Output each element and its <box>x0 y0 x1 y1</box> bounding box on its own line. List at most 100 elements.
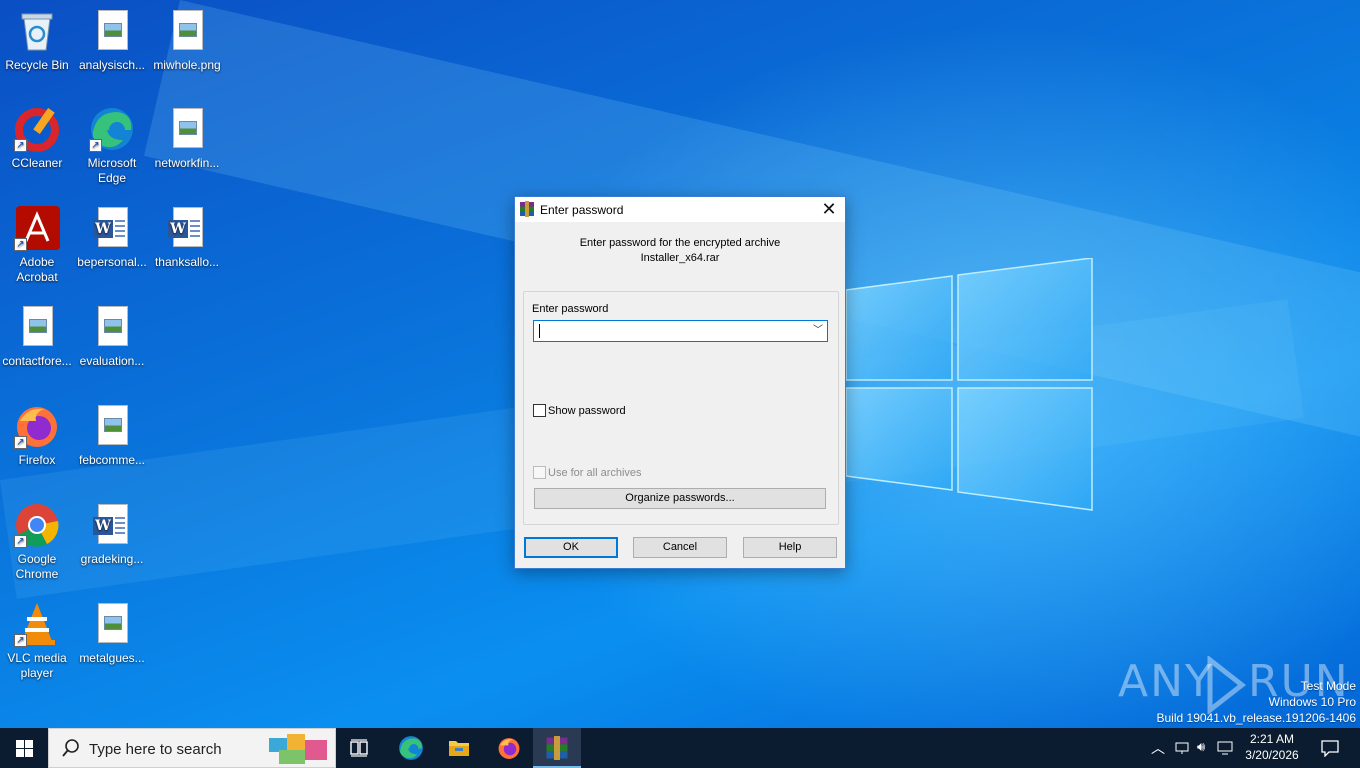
use-for-all-archives-label: Use for all archives <box>548 467 642 479</box>
show-password-checkbox[interactable] <box>533 404 546 417</box>
display-icon[interactable] <box>1217 741 1233 755</box>
dropdown-arrow-icon[interactable]: ﹀ <box>811 323 825 339</box>
icon-label: networkfin... <box>154 156 220 170</box>
firefox-icon: ↗ <box>14 403 60 449</box>
password-prompt: Enter password for the encrypted archive… <box>515 236 845 266</box>
desktop-icon-firefox[interactable]: ↗ Firefox <box>0 403 74 468</box>
icon-label: evaluation... <box>79 354 145 368</box>
icon-label: bepersonal... <box>77 255 147 269</box>
volume-icon[interactable]: 🔊︎ <box>1197 739 1205 755</box>
network-icon[interactable] <box>1175 741 1189 755</box>
desktop-icon-thanksallo[interactable]: W thanksallo... <box>150 205 224 270</box>
icon-label: thanksallo... <box>154 255 220 269</box>
shortcut-arrow-icon: ↗ <box>14 436 27 449</box>
windows-start-icon <box>16 740 33 757</box>
taskbar-edge-button[interactable] <box>387 728 435 768</box>
edge-icon: ↗ <box>89 106 135 152</box>
taskbar-search-box[interactable]: Type here to search <box>48 728 336 768</box>
start-button[interactable] <box>0 728 48 768</box>
close-icon: ✕ <box>821 199 837 219</box>
word-doc-icon: W <box>164 205 210 251</box>
shortcut-arrow-icon: ↗ <box>14 535 27 548</box>
desktop-icon-miwhole[interactable]: miwhole.png <box>150 8 224 73</box>
task-view-icon <box>350 739 368 757</box>
search-icon <box>62 739 79 757</box>
task-view-button[interactable] <box>336 728 384 768</box>
image-file-icon <box>89 601 135 647</box>
password-combobox[interactable]: ﹀ <box>533 320 828 342</box>
desktop-icon-microsoft-edge[interactable]: ↗ Microsoft Edge <box>75 106 149 186</box>
taskbar: Type here to search ︿ 🔊︎ 2:21 AM 3/20/20… <box>0 728 1360 768</box>
icon-label: CCleaner <box>11 156 63 170</box>
recycle-bin-icon <box>14 8 60 54</box>
show-password-label[interactable]: Show password <box>548 405 626 417</box>
desktop-icon-febcomme[interactable]: febcomme... <box>75 403 149 468</box>
search-highlight-puzzle-icon <box>269 734 327 764</box>
icon-label: metalgues... <box>79 651 145 665</box>
shortcut-arrow-icon: ↗ <box>89 139 102 152</box>
image-file-icon <box>89 403 135 449</box>
organize-passwords-button[interactable]: Organize passwords... <box>534 488 826 509</box>
desktop-icon-gradeking[interactable]: W gradeking... <box>75 502 149 567</box>
desktop-icon-vlc[interactable]: ↗ VLC media player <box>0 601 74 681</box>
word-doc-icon: W <box>89 205 135 251</box>
desktop-icon-metalgues[interactable]: metalgues... <box>75 601 149 666</box>
desktop-icon-recycle-bin[interactable]: Recycle Bin <box>0 8 74 73</box>
firefox-icon <box>498 738 520 759</box>
desktop-icon-google-chrome[interactable]: ↗ Google Chrome <box>0 502 74 582</box>
icon-label: contactfore... <box>2 354 72 368</box>
ok-button[interactable]: OK <box>524 537 618 558</box>
image-file-icon <box>89 304 135 350</box>
desktop-icon-analysisch[interactable]: analysisch... <box>75 8 149 73</box>
desktop-icon-bepersonal[interactable]: W bepersonal... <box>75 205 149 270</box>
chrome-icon: ↗ <box>14 502 60 548</box>
taskbar-winrar-button[interactable] <box>533 728 581 768</box>
clock-date: 3/20/2026 <box>1245 748 1299 762</box>
dialog-titlebar[interactable]: Enter password ✕ <box>515 197 845 222</box>
icon-label: Adobe Acrobat <box>16 255 58 284</box>
use-for-all-archives-checkbox[interactable] <box>533 466 546 479</box>
desktop-icon-evaluation[interactable]: evaluation... <box>75 304 149 369</box>
winrar-icon <box>520 201 534 217</box>
help-button[interactable]: Help <box>743 537 837 558</box>
icon-label: Recycle Bin <box>5 58 69 72</box>
desktop-icon-adobe-acrobat[interactable]: ↗ Adobe Acrobat <box>0 205 74 285</box>
image-file-icon <box>164 8 210 54</box>
system-tray: ︿ 🔊︎ 2:21 AM 3/20/2026 <box>1145 728 1360 768</box>
desktop-icon-contactfore[interactable]: contactfore... <box>0 304 74 369</box>
text-caret <box>539 324 540 338</box>
archive-name: Installer_x64.rar <box>640 252 720 264</box>
password-field-label: Enter password <box>532 303 609 315</box>
shortcut-arrow-icon: ↗ <box>14 634 27 647</box>
test-mode-label: Test Mode <box>1300 679 1356 693</box>
clock[interactable]: 2:21 AM 3/20/2026 <box>1233 731 1311 763</box>
search-placeholder: Type here to search <box>89 741 222 758</box>
notification-icon[interactable] <box>1321 740 1339 757</box>
folder-icon <box>449 741 469 756</box>
cancel-button[interactable]: Cancel <box>633 537 727 558</box>
dialog-title: Enter password <box>540 203 624 217</box>
os-name-label: Windows 10 Pro <box>1268 695 1356 709</box>
taskbar-firefox-button[interactable] <box>485 728 533 768</box>
desktop-icon-networkfin[interactable]: networkfin... <box>150 106 224 171</box>
chevron-up-icon[interactable]: ︿ <box>1151 738 1165 758</box>
taskbar-file-explorer-button[interactable] <box>435 728 483 768</box>
close-button[interactable]: ✕ <box>813 197 845 222</box>
shortcut-arrow-icon: ↗ <box>14 139 27 152</box>
icon-label: Microsoft Edge <box>87 156 137 185</box>
build-label: Build 19041.vb_release.191206-1406 <box>1156 711 1357 725</box>
acrobat-icon: ↗ <box>14 205 60 251</box>
winrar-icon <box>546 736 568 760</box>
icon-label: analysisch... <box>78 58 146 72</box>
clock-time: 2:21 AM <box>1249 732 1295 746</box>
icon-label: febcomme... <box>78 453 146 467</box>
icon-label: Firefox <box>18 453 56 467</box>
desktop-icon-ccleaner[interactable]: ↗ CCleaner <box>0 106 74 171</box>
image-file-icon <box>14 304 60 350</box>
windows-logo-wallpaper <box>846 258 1093 511</box>
word-doc-icon: W <box>89 502 135 548</box>
enter-password-dialog: Enter password ✕ Enter password for the … <box>514 196 846 569</box>
vlc-icon: ↗ <box>14 601 60 647</box>
image-file-icon <box>89 8 135 54</box>
icon-label: gradeking... <box>80 552 144 566</box>
